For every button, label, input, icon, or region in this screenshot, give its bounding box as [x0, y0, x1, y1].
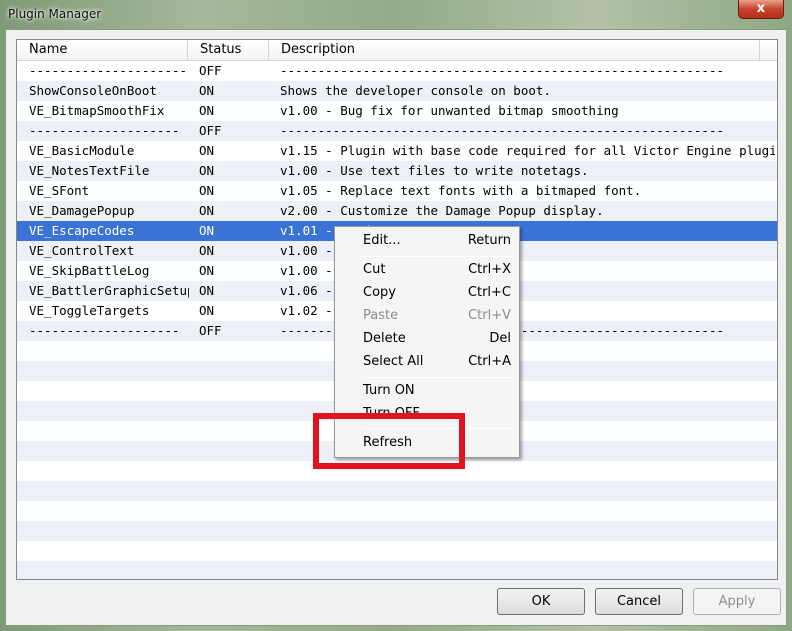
cell-status: ON	[199, 263, 215, 278]
cell-name: VE_BitmapSmoothFix	[29, 103, 165, 118]
cell-name: --------------------	[29, 323, 180, 338]
empty-row	[17, 481, 777, 501]
cell-description: ----------------------------------------…	[280, 63, 725, 78]
empty-row	[17, 501, 777, 521]
cell-status: OFF	[199, 63, 222, 78]
cell-status: ON	[199, 143, 215, 158]
table-row[interactable]: --------------------- OFF ----------------…	[17, 61, 777, 81]
cell-name: VE_BasicModule	[29, 143, 135, 158]
menu-separator	[363, 428, 513, 429]
menu-item-select-all[interactable]: Select All Ctrl+A	[337, 351, 517, 373]
menu-item-refresh[interactable]: Refresh	[337, 432, 517, 454]
table-row[interactable]: VE_DamagePopup ON v2.00 - Customize the Da…	[17, 201, 777, 221]
cell-status: ON	[199, 203, 215, 218]
cell-status: ON	[199, 83, 215, 98]
empty-row	[17, 541, 777, 561]
ok-button[interactable]: OK	[497, 588, 585, 615]
cell-status: ON	[199, 163, 215, 178]
list-header: Name Status Description	[17, 40, 777, 61]
menu-item-edit[interactable]: Edit... Return	[337, 230, 517, 252]
column-header-name[interactable]: Name	[17, 40, 188, 61]
cell-status: ON	[199, 243, 215, 258]
cell-description: v1.05 - Replace text fonts with a bitmap…	[280, 183, 642, 198]
table-row[interactable]: VE_SFont ON v1.05 - Replace text fonts wit…	[17, 181, 777, 201]
title-bar[interactable]: Plugin Manager x	[0, 0, 792, 30]
close-icon: x	[756, 1, 766, 16]
context-menu: Edit... Return Cut Ctrl+X Copy Ctrl+C Paste…	[334, 226, 520, 458]
cell-name: VE_EscapeCodes	[29, 223, 135, 238]
cell-status: OFF	[199, 323, 222, 338]
cell-status: ON	[199, 223, 215, 238]
cell-status: ON	[199, 283, 215, 298]
menu-item-turn-on[interactable]: Turn ON	[337, 380, 517, 402]
cell-name: VE_SFont	[29, 183, 90, 198]
cell-name: VE_ControlText	[29, 243, 135, 258]
empty-row	[17, 521, 777, 541]
cell-name: ShowConsoleOnBoot	[29, 83, 157, 98]
cell-name: VE_NotesTextFile	[29, 163, 150, 178]
apply-button[interactable]: Apply	[693, 588, 781, 615]
empty-row	[17, 561, 777, 579]
cell-status: OFF	[199, 123, 222, 138]
table-row[interactable]: VE_BitmapSmoothFix ON v1.00 - Bug fix for …	[17, 101, 777, 121]
menu-separator	[363, 377, 513, 378]
table-row[interactable]: ShowConsoleOnBoot ON Shows the developer c…	[17, 81, 777, 101]
column-header-description[interactable]: Description	[269, 40, 760, 61]
cell-description: Shows the developer console on boot.	[280, 83, 551, 98]
cell-name: --------------------	[29, 123, 180, 138]
cell-name: VE_DamagePopup	[29, 203, 135, 218]
cell-status: ON	[199, 183, 215, 198]
close-button[interactable]: x	[738, 0, 784, 19]
empty-row	[17, 461, 777, 481]
cell-status: ON	[199, 303, 215, 318]
cell-description: v2.00 - Customize the Damage Popup displ…	[280, 203, 604, 218]
table-row[interactable]: VE_BasicModule ON v1.15 - Plugin with base…	[17, 141, 777, 161]
window-title: Plugin Manager	[8, 7, 102, 21]
menu-item-delete[interactable]: Delete Del	[337, 328, 517, 350]
cell-description: v1.00 - Use text files to write notetags…	[280, 163, 589, 178]
menu-item-cut[interactable]: Cut Ctrl+X	[337, 259, 517, 281]
cell-name: ---------------------	[29, 63, 188, 78]
cancel-button[interactable]: Cancel	[595, 588, 683, 615]
cell-description: ----------------------------------------…	[280, 123, 725, 138]
column-header-status[interactable]: Status	[188, 40, 269, 61]
table-row[interactable]: VE_NotesTextFile ON v1.00 - Use text files…	[17, 161, 777, 181]
menu-separator	[363, 256, 513, 257]
cell-description: v1.15 - Plugin with base code required f…	[280, 143, 775, 158]
cell-status: ON	[199, 103, 215, 118]
menu-item-paste: Paste Ctrl+V	[363, 308, 511, 323]
cell-name: VE_ToggleTargets	[29, 303, 150, 318]
menu-item-copy[interactable]: Copy Ctrl+C	[337, 282, 517, 304]
cell-name: VE_BattlerGraphicSetup	[29, 283, 189, 298]
cell-name: VE_SkipBattleLog	[29, 263, 150, 278]
cell-description: v1.00 - Bug fix for unwanted bitmap smoo…	[280, 103, 619, 118]
menu-item-turn-off[interactable]: Turn OFF	[337, 403, 517, 425]
table-row[interactable]: -------------------- OFF -----------------…	[17, 121, 777, 141]
